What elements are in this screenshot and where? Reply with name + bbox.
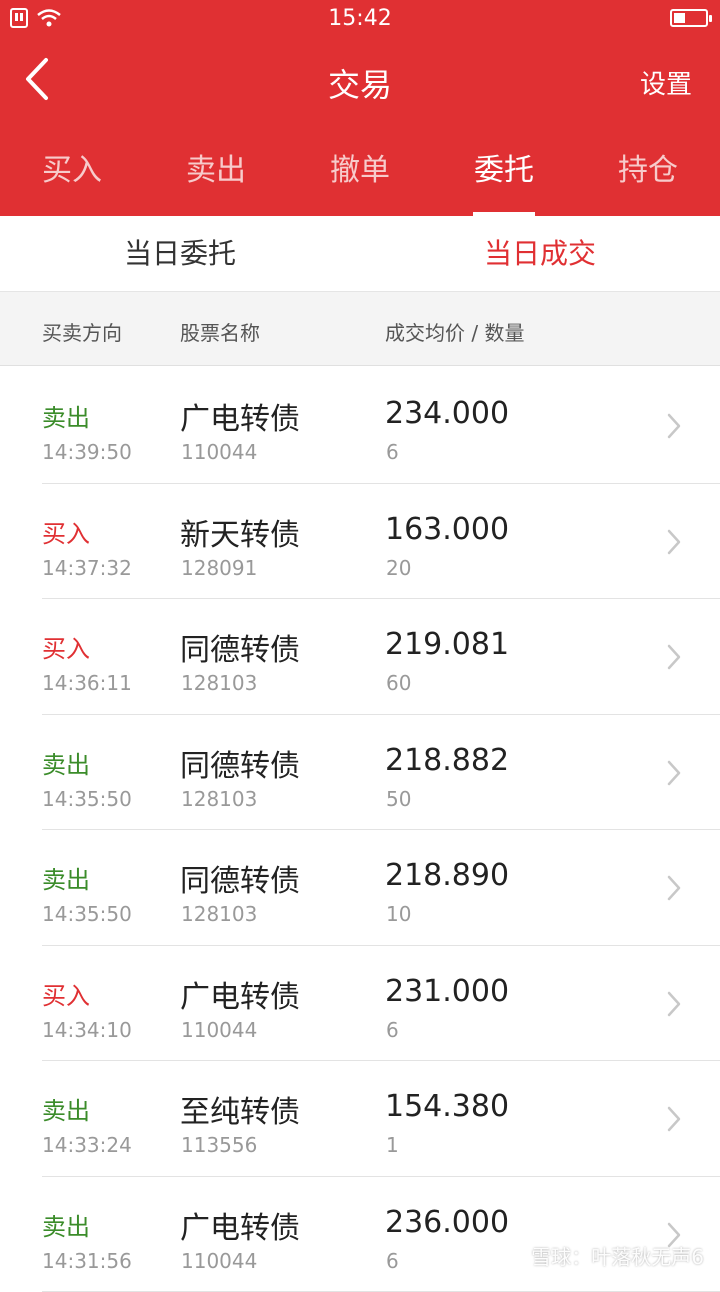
trade-direction: 卖出 [42, 1207, 90, 1242]
trade-direction: 卖出 [42, 398, 90, 433]
watermark: 雪球：叶落秋无声6 [501, 1241, 704, 1270]
battery-icon [670, 9, 708, 27]
trade-row[interactable]: 卖出 14:39:50 广电转债 110044 234.000 6 [0, 368, 720, 484]
trade-price: 163.000 [385, 512, 509, 547]
page-title: 交易 [0, 60, 720, 106]
subtab-today-trades[interactable]: 当日成交 [360, 216, 720, 291]
main-tabs: 买入 卖出 撤单 委托 持仓 [0, 126, 720, 216]
stock-name: 广电转债 [180, 1203, 300, 1247]
trade-price: 231.000 [385, 974, 509, 1009]
stock-name: 同德转债 [180, 741, 300, 785]
trade-quantity: 6 [386, 1249, 399, 1273]
trade-row[interactable]: 买入 14:34:10 广电转债 110044 231.000 6 [0, 946, 720, 1062]
trade-row[interactable]: 买入 14:36:11 同德转债 128103 219.081 60 [0, 599, 720, 715]
trade-row[interactable]: 卖出 14:33:24 至纯转债 113556 154.380 1 [0, 1061, 720, 1177]
trade-direction: 买入 [42, 976, 90, 1011]
trade-time: 14:35:50 [42, 902, 132, 926]
tab-buy[interactable]: 买入 [0, 126, 144, 216]
column-header: 买卖方向 股票名称 成交均价 / 数量 [0, 292, 720, 366]
subtab-today-orders[interactable]: 当日委托 [0, 216, 360, 291]
trade-price: 236.000 [385, 1205, 509, 1240]
column-price-qty: 成交均价 / 数量 [385, 317, 524, 346]
stock-code: 128103 [181, 671, 257, 695]
tab-cancel[interactable]: 撤单 [288, 126, 432, 216]
stock-code: 128103 [181, 787, 257, 811]
trade-quantity: 10 [386, 902, 411, 926]
trade-time: 14:39:50 [42, 440, 132, 464]
stock-name: 至纯转债 [180, 1087, 300, 1131]
nav-bar: 交易 设置 [0, 36, 720, 126]
tab-sell[interactable]: 卖出 [144, 126, 288, 216]
chevron-right-icon [666, 759, 682, 787]
stock-name: 同德转债 [180, 625, 300, 669]
stock-name: 广电转债 [180, 394, 300, 438]
trade-time: 14:31:56 [42, 1249, 132, 1273]
trade-list: 卖出 14:39:50 广电转债 110044 234.000 6 买入 14:… [0, 368, 720, 1292]
trade-price: 218.890 [385, 858, 509, 893]
trade-row[interactable]: 卖出 14:31:56 广电转债 110044 236.000 6 [0, 1177, 720, 1292]
stock-code: 110044 [181, 1018, 257, 1042]
chevron-right-icon [666, 990, 682, 1018]
column-stock-name: 股票名称 [180, 317, 260, 346]
trade-row[interactable]: 买入 14:37:32 新天转债 128091 163.000 20 [0, 484, 720, 600]
trade-direction: 卖出 [42, 860, 90, 895]
trade-price: 219.081 [385, 627, 509, 662]
status-bar: 15:42 [0, 0, 720, 36]
battery-level [674, 13, 685, 23]
chevron-right-icon [666, 1105, 682, 1133]
stock-name: 同德转债 [180, 856, 300, 900]
trade-row[interactable]: 卖出 14:35:50 同德转债 128103 218.890 10 [0, 830, 720, 946]
trade-direction: 买入 [42, 514, 90, 549]
trade-quantity: 20 [386, 556, 411, 580]
watermark-text: 雪球：叶落秋无声6 [531, 1241, 704, 1270]
trade-price: 234.000 [385, 396, 509, 431]
chevron-right-icon [666, 528, 682, 556]
trade-time: 14:35:50 [42, 787, 132, 811]
stock-name: 广电转债 [180, 972, 300, 1016]
trade-price: 154.380 [385, 1089, 509, 1124]
tab-orders[interactable]: 委托 [432, 126, 576, 216]
sub-tabs: 当日委托 当日成交 [0, 216, 720, 292]
trade-quantity: 6 [386, 1018, 399, 1042]
trade-direction: 卖出 [42, 1091, 90, 1126]
snowball-logo-icon [501, 1244, 525, 1268]
trade-price: 218.882 [385, 743, 509, 778]
settings-button[interactable]: 设置 [640, 64, 692, 101]
trade-row[interactable]: 卖出 14:35:50 同德转债 128103 218.882 50 [0, 715, 720, 831]
stock-code: 110044 [181, 440, 257, 464]
trade-quantity: 1 [386, 1133, 399, 1157]
trade-time: 14:34:10 [42, 1018, 132, 1042]
trade-time: 14:37:32 [42, 556, 132, 580]
status-time: 15:42 [0, 6, 720, 31]
tab-positions[interactable]: 持仓 [576, 126, 720, 216]
column-direction: 买卖方向 [42, 317, 122, 346]
stock-code: 110044 [181, 1249, 257, 1273]
trade-time: 14:33:24 [42, 1133, 132, 1157]
chevron-right-icon [666, 412, 682, 440]
trade-time: 14:36:11 [42, 671, 132, 695]
trade-quantity: 50 [386, 787, 411, 811]
trade-quantity: 60 [386, 671, 411, 695]
chevron-right-icon [666, 643, 682, 671]
trade-quantity: 6 [386, 440, 399, 464]
stock-code: 128091 [181, 556, 257, 580]
stock-code: 128103 [181, 902, 257, 926]
trade-direction: 卖出 [42, 745, 90, 780]
stock-code: 113556 [181, 1133, 257, 1157]
stock-name: 新天转债 [180, 510, 300, 554]
chevron-right-icon [666, 874, 682, 902]
trade-direction: 买入 [42, 629, 90, 664]
